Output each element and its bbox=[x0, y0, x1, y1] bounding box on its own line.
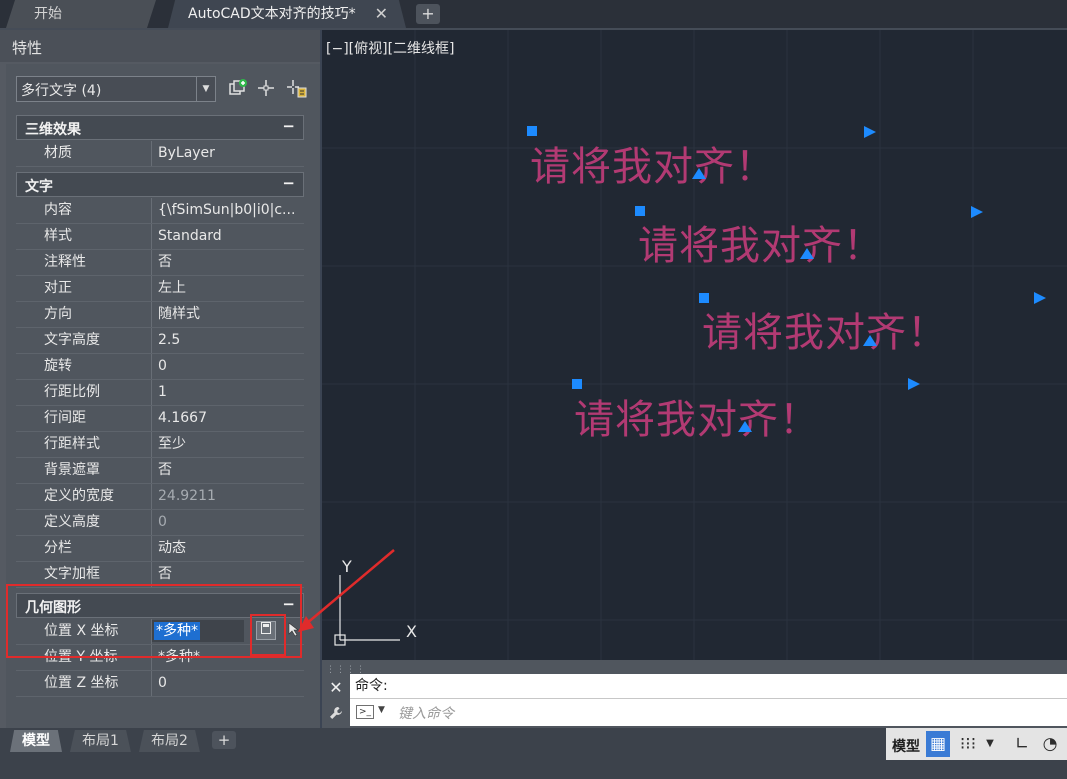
annotation-arrow bbox=[298, 549, 395, 632]
status-toolbar: 模型 ▦ ⁝⁝⁝ ▼ ∟ ◔ bbox=[886, 728, 1067, 760]
layout-tab-model[interactable]: 模型 bbox=[10, 730, 62, 752]
layout-tab-2[interactable]: 布局2 bbox=[139, 730, 200, 752]
model-space-button[interactable]: 模型 bbox=[892, 736, 920, 756]
polar-tracking-icon[interactable]: ◔ bbox=[1038, 731, 1062, 757]
snap-icon[interactable]: ⁝⁝⁝ bbox=[956, 731, 980, 757]
status-bar: 模型 布局1 布局2 + 模型 ▦ ⁝⁝⁝ ▼ ∟ ◔ bbox=[0, 728, 1067, 779]
add-layout-button[interactable]: + bbox=[212, 731, 236, 749]
layout-tab-1[interactable]: 布局1 bbox=[70, 730, 131, 752]
ortho-icon[interactable]: ∟ bbox=[1010, 731, 1034, 757]
grid-icon[interactable]: ▦ bbox=[926, 731, 950, 757]
chevron-down-icon[interactable]: ▼ bbox=[982, 731, 998, 757]
